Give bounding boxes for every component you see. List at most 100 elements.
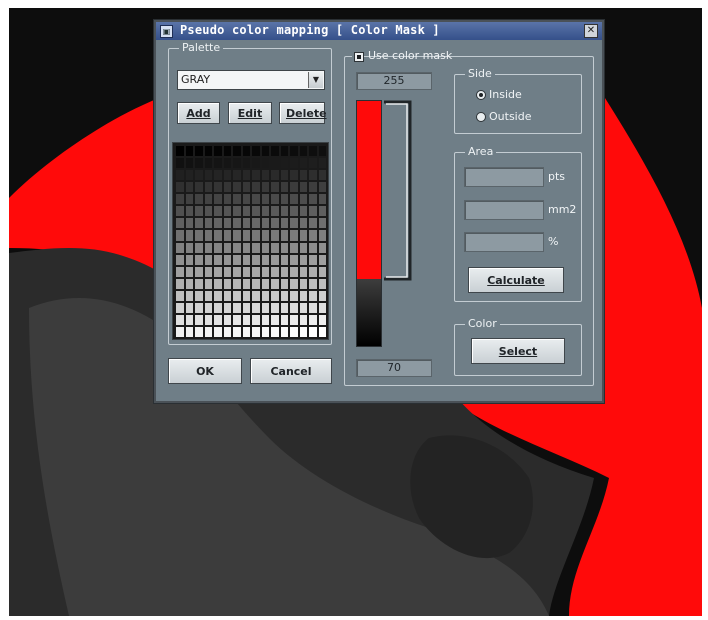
palette-swatch[interactable] (176, 182, 184, 193)
palette-swatch[interactable] (242, 290, 250, 301)
palette-swatch[interactable] (223, 170, 231, 181)
palette-swatch[interactable] (252, 242, 260, 253)
cancel-button[interactable]: Cancel (250, 358, 332, 384)
palette-swatch[interactable] (252, 302, 260, 313)
area-mm2-field[interactable] (464, 200, 544, 220)
edit-palette-button[interactable]: Edit (228, 102, 272, 124)
palette-swatch[interactable] (309, 206, 317, 217)
palette-swatch[interactable] (242, 254, 250, 265)
palette-swatch[interactable] (252, 218, 260, 229)
palette-swatch[interactable] (185, 242, 193, 253)
palette-swatch[interactable] (233, 230, 241, 241)
palette-swatch[interactable] (271, 242, 279, 253)
palette-swatch[interactable] (261, 302, 269, 313)
palette-swatch[interactable] (309, 146, 317, 157)
palette-swatch[interactable] (261, 266, 269, 277)
palette-swatch[interactable] (214, 326, 222, 337)
palette-swatch[interactable] (242, 242, 250, 253)
palette-swatch[interactable] (195, 278, 203, 289)
palette-swatch[interactable] (299, 278, 307, 289)
palette-swatch[interactable] (261, 326, 269, 337)
palette-swatch[interactable] (318, 146, 326, 157)
palette-swatch[interactable] (299, 182, 307, 193)
palette-swatch[interactable] (176, 266, 184, 277)
palette-swatch[interactable] (290, 278, 298, 289)
palette-swatch[interactable] (195, 146, 203, 157)
palette-swatch[interactable] (233, 206, 241, 217)
palette-swatch[interactable] (233, 314, 241, 325)
palette-swatch[interactable] (204, 170, 212, 181)
palette-swatch[interactable] (299, 230, 307, 241)
calculate-button[interactable]: Calculate (468, 267, 564, 293)
palette-swatch[interactable] (204, 218, 212, 229)
palette-swatch[interactable] (299, 146, 307, 157)
palette-swatch[interactable] (309, 194, 317, 205)
palette-swatch[interactable] (261, 206, 269, 217)
palette-swatch[interactable] (309, 170, 317, 181)
palette-swatch[interactable] (185, 278, 193, 289)
palette-swatch[interactable] (242, 206, 250, 217)
palette-swatch[interactable] (242, 314, 250, 325)
palette-swatch[interactable] (223, 254, 231, 265)
palette-swatch[interactable] (204, 158, 212, 169)
palette-swatch[interactable] (214, 194, 222, 205)
palette-swatch[interactable] (195, 242, 203, 253)
palette-swatch[interactable] (176, 290, 184, 301)
use-color-mask-checkbox[interactable] (354, 52, 364, 62)
palette-swatch[interactable] (223, 302, 231, 313)
palette-swatch[interactable] (252, 230, 260, 241)
palette-swatch[interactable] (318, 266, 326, 277)
palette-swatch[interactable] (318, 242, 326, 253)
palette-swatch[interactable] (223, 158, 231, 169)
palette-swatch[interactable] (204, 266, 212, 277)
palette-swatch[interactable] (185, 206, 193, 217)
palette-swatch[interactable] (185, 170, 193, 181)
palette-swatch[interactable] (233, 218, 241, 229)
palette-swatch[interactable] (261, 314, 269, 325)
palette-swatch[interactable] (280, 314, 288, 325)
palette-swatch[interactable] (290, 182, 298, 193)
palette-swatch[interactable] (309, 278, 317, 289)
palette-swatch[interactable] (290, 242, 298, 253)
palette-swatch[interactable] (299, 170, 307, 181)
palette-swatch[interactable] (280, 158, 288, 169)
palette-swatch[interactable] (233, 254, 241, 265)
ok-button[interactable]: OK (168, 358, 242, 384)
palette-swatch[interactable] (261, 290, 269, 301)
palette-swatch[interactable] (290, 326, 298, 337)
palette-swatch[interactable] (299, 314, 307, 325)
palette-swatch[interactable] (280, 242, 288, 253)
palette-swatch[interactable] (271, 278, 279, 289)
palette-swatch[interactable] (252, 326, 260, 337)
palette-swatch[interactable] (195, 230, 203, 241)
palette-swatch[interactable] (252, 170, 260, 181)
upper-threshold-value[interactable]: 255 (356, 72, 432, 90)
palette-swatch[interactable] (261, 146, 269, 157)
palette-swatch[interactable] (252, 266, 260, 277)
palette-swatch[interactable] (261, 278, 269, 289)
palette-swatch[interactable] (271, 206, 279, 217)
palette-swatch[interactable] (204, 314, 212, 325)
palette-swatch[interactable] (290, 230, 298, 241)
chevron-down-icon[interactable]: ▼ (308, 72, 323, 88)
palette-swatch[interactable] (252, 254, 260, 265)
palette-swatch[interactable] (299, 290, 307, 301)
palette-swatch[interactable] (271, 290, 279, 301)
area-percent-field[interactable] (464, 232, 544, 252)
palette-swatch[interactable] (318, 182, 326, 193)
palette-swatch[interactable] (252, 146, 260, 157)
palette-swatch[interactable] (176, 146, 184, 157)
select-color-button[interactable]: Select (471, 338, 565, 364)
palette-swatch[interactable] (271, 218, 279, 229)
palette-swatch[interactable] (214, 254, 222, 265)
palette-swatch[interactable] (299, 218, 307, 229)
palette-swatch[interactable] (195, 218, 203, 229)
palette-swatch[interactable] (223, 326, 231, 337)
palette-swatch[interactable] (280, 218, 288, 229)
palette-swatch[interactable] (271, 302, 279, 313)
palette-swatch[interactable] (233, 170, 241, 181)
palette-swatch[interactable] (204, 194, 212, 205)
palette-swatch[interactable] (233, 278, 241, 289)
palette-swatch[interactable] (242, 266, 250, 277)
palette-swatch-grid[interactable] (172, 142, 329, 340)
